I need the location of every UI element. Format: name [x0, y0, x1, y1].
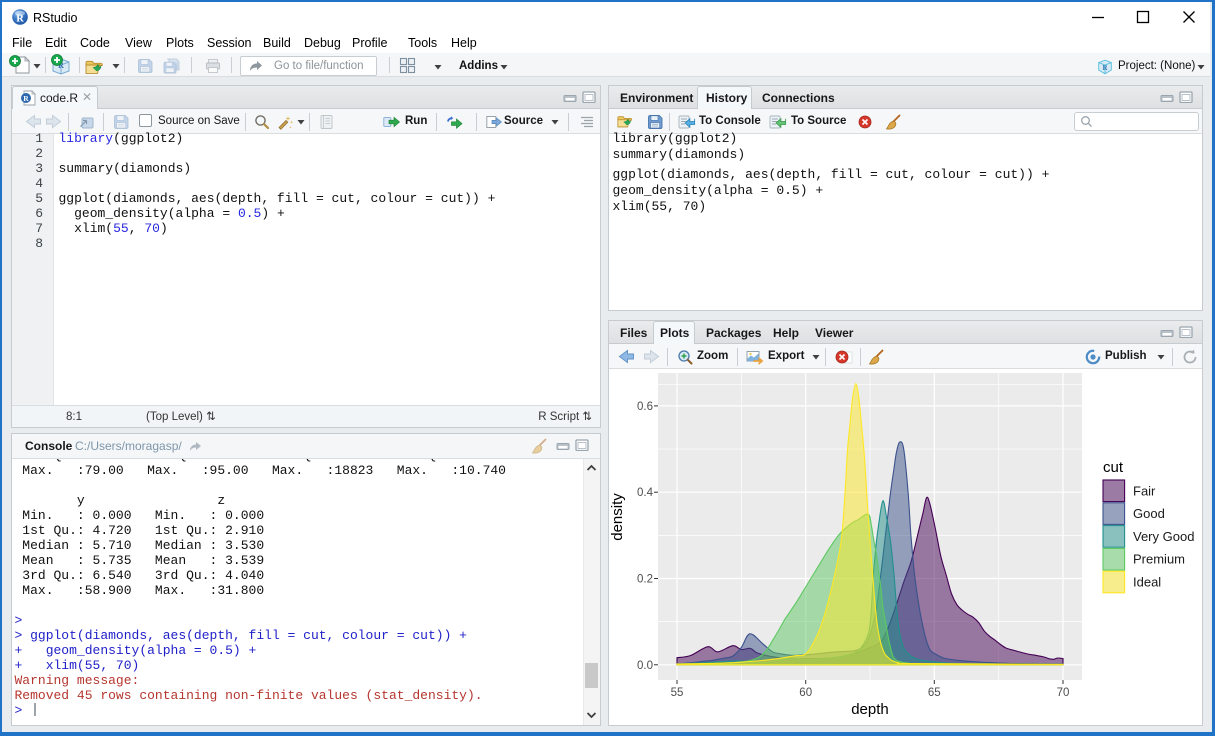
svg-text:0.0: 0.0 — [637, 660, 653, 672]
svg-text:cut: cut — [1103, 459, 1124, 476]
svg-text:0.6: 0.6 — [637, 401, 653, 413]
svg-text:70: 70 — [1057, 687, 1070, 699]
svg-text:65: 65 — [928, 687, 941, 699]
svg-text:depth: depth — [851, 701, 889, 718]
svg-text:R: R — [16, 13, 24, 24]
svg-text:Good: Good — [1133, 506, 1165, 521]
svg-text:Premium: Premium — [1133, 552, 1185, 567]
svg-text:0.2: 0.2 — [637, 574, 653, 586]
svg-text:density: density — [609, 493, 626, 541]
svg-text:Ideal: Ideal — [1133, 575, 1161, 590]
svg-text:Fair: Fair — [1133, 483, 1156, 498]
svg-text:R: R — [23, 94, 29, 103]
svg-text:0.4: 0.4 — [637, 487, 654, 499]
svg-text:55: 55 — [671, 687, 684, 699]
svg-text:60: 60 — [799, 687, 812, 699]
svg-text:Very Good: Very Good — [1133, 529, 1194, 544]
